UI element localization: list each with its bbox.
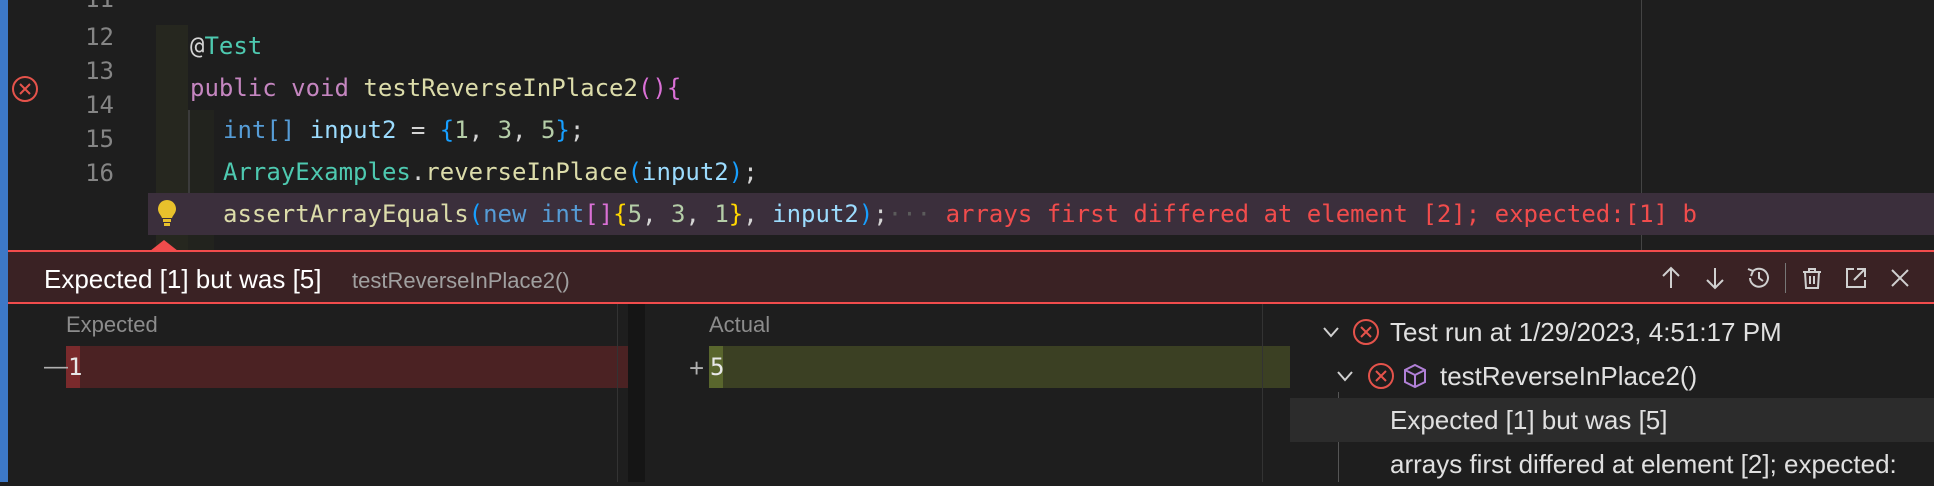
code-content[interactable]: @Test public void testReverseInPlace2(){… — [148, 0, 1934, 306]
expected-label: Expected — [66, 312, 158, 337]
close-icon[interactable] — [1878, 262, 1922, 294]
test-run-label: Test run at 1/29/2023, 4:51:17 PM — [1390, 317, 1782, 347]
test-name-label: testReverseInPlace2() — [1440, 361, 1698, 391]
variable: input2 — [309, 116, 397, 144]
code-line-15: ArrayExamples.reverseInPlace(input2); — [223, 158, 758, 186]
code-line-16: assertArrayEquals(new int[]{5, 3, 1}, in… — [148, 193, 1934, 235]
array-brackets: [] — [266, 116, 296, 144]
failed-icon — [1368, 363, 1394, 389]
assert-call: assertArrayEquals — [223, 200, 469, 228]
tree-item-message[interactable]: Expected [1] but was [5] — [1290, 398, 1934, 442]
toolbar-separator — [1785, 263, 1786, 293]
actual-diff-line: 5 — [709, 346, 1290, 388]
number: 3 — [670, 200, 686, 228]
trash-icon[interactable] — [1790, 262, 1834, 294]
chevron-down-icon[interactable] — [1334, 365, 1356, 387]
code-line-13: public void testReverseInPlace2(){ — [190, 67, 1934, 109]
method-cube-icon — [1404, 363, 1426, 389]
expected-diff-line: 1 — [66, 346, 645, 388]
keyword: new — [483, 200, 527, 228]
pane-divider — [1262, 304, 1263, 482]
keyword: public — [190, 74, 277, 102]
annotation-at: @ — [190, 32, 205, 60]
pane-divider — [617, 304, 618, 482]
added-sign: + — [689, 353, 705, 383]
method-name: testReverseInPlace2 — [363, 74, 638, 102]
arrow-down-icon[interactable] — [1693, 262, 1737, 294]
code-line-14: int[] input2 = {1, 3, 5}; — [223, 116, 585, 144]
operator: = — [410, 116, 426, 144]
annotation-name: Test — [204, 32, 263, 60]
pane-sash[interactable] — [628, 304, 645, 482]
failure-message: Expected [1] but was [5] — [1390, 405, 1668, 435]
test-failure-icon[interactable] — [12, 76, 38, 102]
class-name: ArrayExamples — [223, 158, 411, 186]
test-results-tree[interactable]: Test run at 1/29/2023, 4:51:17 PM testRe… — [1290, 304, 1934, 482]
expected-value: 1 — [68, 353, 83, 381]
expected-diff-pane[interactable]: Expected 1 — — [8, 304, 645, 482]
semicolon: ; — [569, 116, 585, 144]
number: 5 — [540, 116, 556, 144]
failed-icon — [1353, 319, 1379, 345]
parens: () — [637, 74, 667, 102]
number: 3 — [497, 116, 513, 144]
brace: { — [439, 116, 455, 144]
activity-accent-bar — [0, 0, 8, 482]
tree-item-test[interactable]: testReverseInPlace2() — [1290, 354, 1934, 398]
argument: input2 — [772, 200, 859, 228]
tree-item-test-run[interactable]: Test run at 1/29/2023, 4:51:17 PM — [1290, 310, 1934, 354]
inline-error-message: arrays first differed at element [2]; ex… — [945, 200, 1697, 228]
history-icon[interactable] — [1737, 262, 1781, 294]
keyword: void — [291, 74, 349, 102]
peek-actions — [1649, 262, 1922, 294]
brace: } — [555, 116, 570, 144]
test-result-peek-header: Expected [1] but was [5] testReverseInPl… — [8, 250, 1934, 304]
code-editor[interactable]: 11 12 13 14 15 16 @Test public void test… — [8, 0, 1934, 306]
brace: { — [666, 74, 682, 102]
number: 1 — [714, 200, 729, 228]
number: 1 — [454, 116, 469, 144]
actual-label: Actual — [709, 312, 771, 337]
tree-item-detail[interactable]: arrays first differed at element [2]; ex… — [1290, 442, 1934, 486]
removed-sign: — — [44, 353, 68, 380]
argument: input2 — [642, 158, 729, 186]
actual-value: 5 — [710, 353, 725, 381]
actual-diff-pane[interactable]: Actual 5 + — [645, 304, 1290, 482]
failure-detail: arrays first differed at element [2]; ex… — [1390, 449, 1897, 479]
editor-gutter: 11 12 13 14 15 16 — [8, 0, 148, 250]
chevron-down-icon[interactable] — [1320, 321, 1342, 343]
lightbulb-icon[interactable] — [156, 198, 178, 228]
number: 5 — [627, 200, 643, 228]
method-call: reverseInPlace — [425, 158, 628, 186]
type-keyword: int — [540, 200, 585, 228]
peek-title: Expected [1] but was [5] — [44, 264, 322, 294]
open-external-icon[interactable] — [1834, 262, 1878, 294]
peek-subtitle[interactable]: testReverseInPlace2() — [352, 268, 570, 294]
line-number: 16 — [85, 159, 114, 187]
type-keyword: int — [223, 116, 267, 144]
arrow-up-icon[interactable] — [1649, 262, 1693, 294]
code-line-12: @Test — [190, 25, 1934, 67]
